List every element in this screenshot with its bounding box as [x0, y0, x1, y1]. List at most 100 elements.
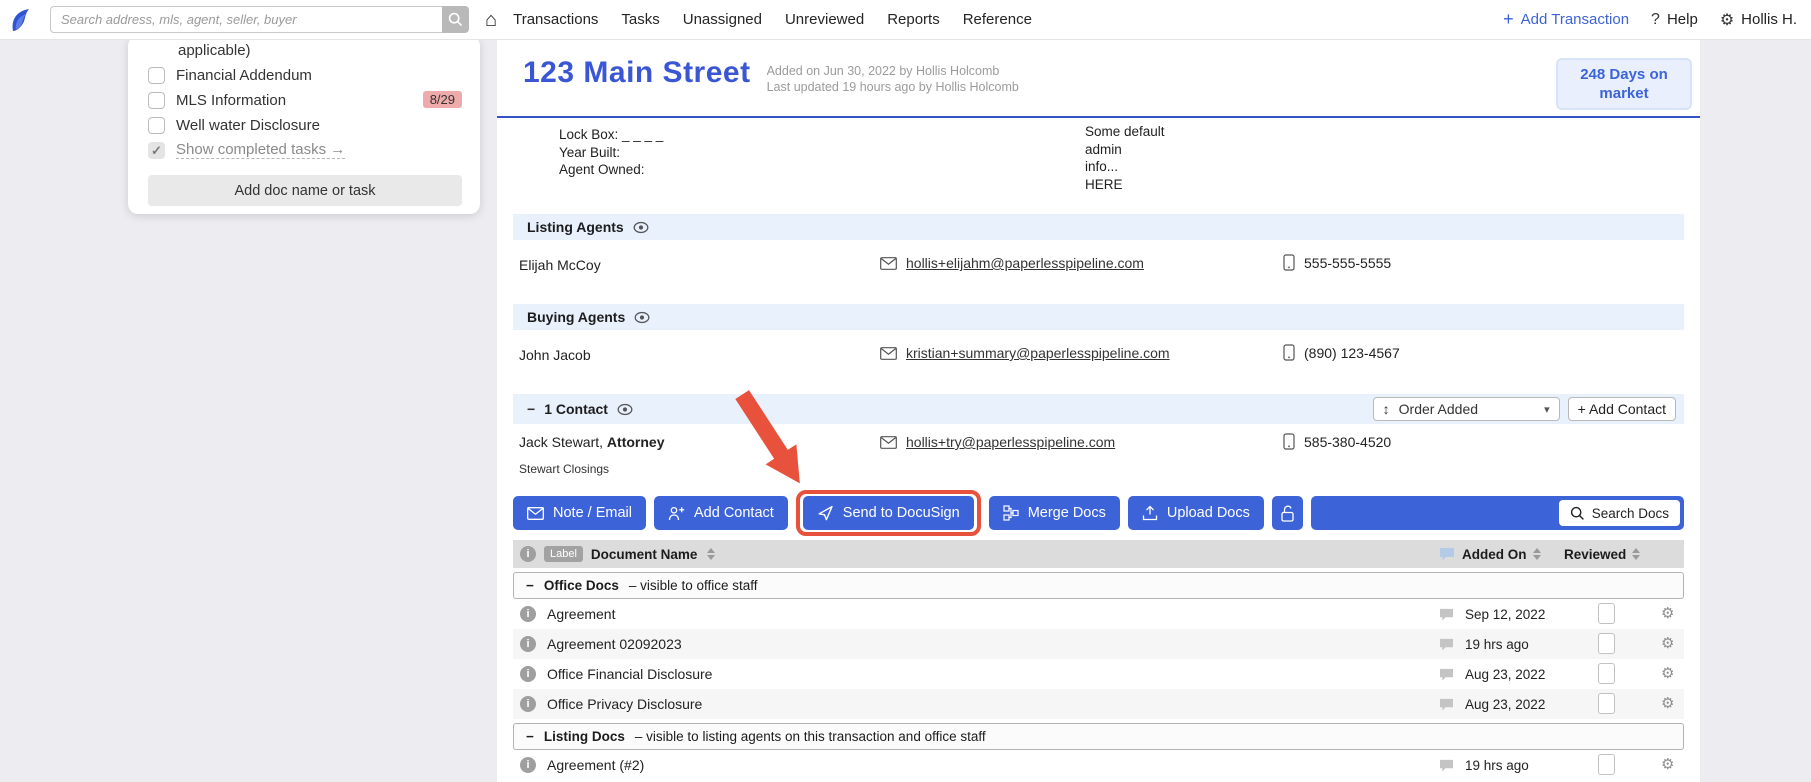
- show-completed-link[interactable]: Show completed tasks →: [176, 141, 346, 159]
- task-checkbox[interactable]: [148, 91, 165, 109]
- search-docs-button[interactable]: Search Docs: [1558, 500, 1680, 526]
- comment-icon: [1439, 608, 1454, 624]
- doc-name[interactable]: Office Financial Disclosure: [547, 666, 712, 682]
- note-email-button[interactable]: Note / Email: [513, 496, 646, 530]
- task-label: Financial Addendum: [176, 66, 312, 84]
- collapse-icon[interactable]: −: [526, 729, 534, 744]
- details-left-column: Lock Box: _ _ _ _ Year Built: Agent Owne…: [559, 126, 663, 179]
- merge-docs-button[interactable]: Merge Docs: [988, 496, 1120, 530]
- info-icon[interactable]: [520, 696, 536, 712]
- eye-icon[interactable]: [633, 221, 649, 234]
- info-icon[interactable]: [520, 546, 536, 562]
- task-checkbox[interactable]: [148, 66, 165, 84]
- show-completed-checkbox[interactable]: ✓: [148, 141, 165, 159]
- upload-docs-button[interactable]: Upload Docs: [1127, 496, 1264, 530]
- envelope-icon: [880, 435, 897, 449]
- phone-icon: [1283, 344, 1295, 361]
- nav-transactions[interactable]: Transactions: [513, 11, 598, 28]
- doc-name[interactable]: Agreement 02092023: [547, 636, 682, 652]
- eye-icon[interactable]: [617, 403, 633, 416]
- task-row-financial-addendum: Financial Addendum: [148, 65, 462, 85]
- doc-name[interactable]: Agreement (#2): [547, 757, 644, 773]
- app-logo-icon[interactable]: [8, 7, 34, 33]
- column-document-name[interactable]: Document Name: [591, 547, 698, 562]
- comment-column-icon: [1439, 547, 1455, 564]
- global-search: [50, 6, 469, 33]
- task-label: Well water Disclosure: [176, 116, 320, 134]
- add-transaction-button[interactable]: + Add Transaction: [1503, 9, 1629, 30]
- chevron-down-icon: ▾: [1544, 403, 1550, 416]
- phone-icon: [1283, 433, 1295, 450]
- nav-reports[interactable]: Reports: [887, 11, 940, 28]
- doc-row: Office Financial Disclosure Aug 23, 2022…: [513, 659, 1684, 689]
- task-checkbox[interactable]: [148, 116, 165, 134]
- transaction-header: 123 Main Street Added on Jun 30, 2022 by…: [497, 40, 1700, 118]
- home-icon[interactable]: ⌂: [485, 10, 497, 30]
- agent-email-cell: kristian+summary@paperlesspipeline.com: [880, 345, 1170, 361]
- document-toolbar: Note / Email Add Contact Send to DocuSig…: [513, 490, 1684, 536]
- agent-email-link[interactable]: kristian+summary@paperlesspipeline.com: [906, 345, 1170, 361]
- collapse-icon[interactable]: −: [527, 401, 535, 417]
- agent-name: Elijah McCoy: [519, 257, 601, 273]
- reviewed-checkbox[interactable]: [1598, 754, 1615, 775]
- contacts-controls: ↕ Order Added ▾ + Add Contact: [1372, 397, 1676, 421]
- unlock-button[interactable]: [1271, 496, 1303, 530]
- agent-phone: 555-555-5555: [1304, 254, 1392, 271]
- reviewed-checkbox[interactable]: [1598, 693, 1615, 714]
- gear-icon[interactable]: ⚙: [1661, 634, 1674, 652]
- show-completed-row: ✓ Show completed tasks →: [148, 140, 462, 160]
- info-icon[interactable]: [520, 757, 536, 773]
- user-menu[interactable]: ⚙ Hollis H.: [1720, 10, 1797, 30]
- label-column-badge: Label: [544, 546, 583, 562]
- gear-icon[interactable]: ⚙: [1661, 694, 1674, 712]
- info-icon[interactable]: [520, 636, 536, 652]
- gear-icon[interactable]: ⚙: [1661, 664, 1674, 682]
- gear-icon[interactable]: ⚙: [1661, 604, 1674, 622]
- sort-icon[interactable]: [707, 548, 716, 560]
- task-row-mls-information: MLS Information 8/29: [148, 90, 462, 110]
- info-icon[interactable]: [520, 606, 536, 622]
- comment-icon: [1439, 668, 1454, 684]
- add-contact-button[interactable]: Add Contact: [653, 496, 788, 530]
- nav-unassigned[interactable]: Unassigned: [683, 11, 762, 28]
- merge-docs-label: Merge Docs: [1027, 505, 1106, 521]
- help-button[interactable]: ? Help: [1651, 11, 1698, 29]
- doc-name[interactable]: Office Privacy Disclosure: [547, 696, 702, 712]
- doc-added-date: 19 hrs ago: [1465, 637, 1529, 652]
- reviewed-checkbox[interactable]: [1598, 633, 1615, 654]
- comment-icon: [1439, 759, 1454, 775]
- eye-icon[interactable]: [634, 311, 650, 324]
- gear-icon[interactable]: ⚙: [1661, 755, 1674, 773]
- add-doc-or-task-button[interactable]: Add doc name or task: [148, 175, 462, 206]
- collapse-icon[interactable]: −: [526, 578, 534, 593]
- search-button[interactable]: [442, 6, 469, 33]
- days-on-market-badge: 248 Days on market: [1556, 58, 1692, 110]
- nav-reference[interactable]: Reference: [963, 11, 1032, 28]
- doc-name[interactable]: Agreement: [547, 606, 615, 622]
- add-contact-button-secondary[interactable]: + Add Contact: [1567, 397, 1676, 421]
- reviewed-checkbox[interactable]: [1598, 663, 1615, 684]
- contact-email-cell: hollis+try@paperlesspipeline.com: [880, 434, 1115, 450]
- plus-icon: +: [1503, 9, 1514, 29]
- task-count-badge: 8/29: [422, 91, 462, 108]
- doc-row: Agreement 02092023 19 hrs ago ⚙: [513, 629, 1684, 659]
- sort-icon[interactable]: [1532, 548, 1541, 560]
- search-icon: [1570, 506, 1584, 520]
- agent-email-link[interactable]: hollis+elijahm@paperlesspipeline.com: [906, 255, 1144, 271]
- contact-sort-dropdown[interactable]: ↕ Order Added ▾: [1372, 397, 1560, 421]
- person-add-icon: [668, 506, 685, 520]
- upload-icon: [1142, 505, 1158, 521]
- contact-email-link[interactable]: hollis+try@paperlesspipeline.com: [906, 434, 1115, 450]
- reviewed-checkbox[interactable]: [1598, 603, 1615, 624]
- search-input[interactable]: [50, 6, 442, 33]
- nav-tasks[interactable]: Tasks: [621, 11, 659, 28]
- page-title: 123 Main Street: [523, 56, 751, 89]
- column-added-on[interactable]: Added On: [1462, 540, 1541, 568]
- send-to-docusign-button[interactable]: Send to DocuSign: [802, 496, 974, 530]
- contact-row: Jack Stewart, Attorney Stewart Closings …: [497, 424, 1700, 488]
- info-icon[interactable]: [520, 666, 536, 682]
- column-reviewed[interactable]: Reviewed: [1564, 540, 1641, 568]
- nav-unreviewed[interactable]: Unreviewed: [785, 11, 864, 28]
- sort-icon[interactable]: [1632, 548, 1641, 560]
- gear-icon: ⚙: [1719, 11, 1735, 29]
